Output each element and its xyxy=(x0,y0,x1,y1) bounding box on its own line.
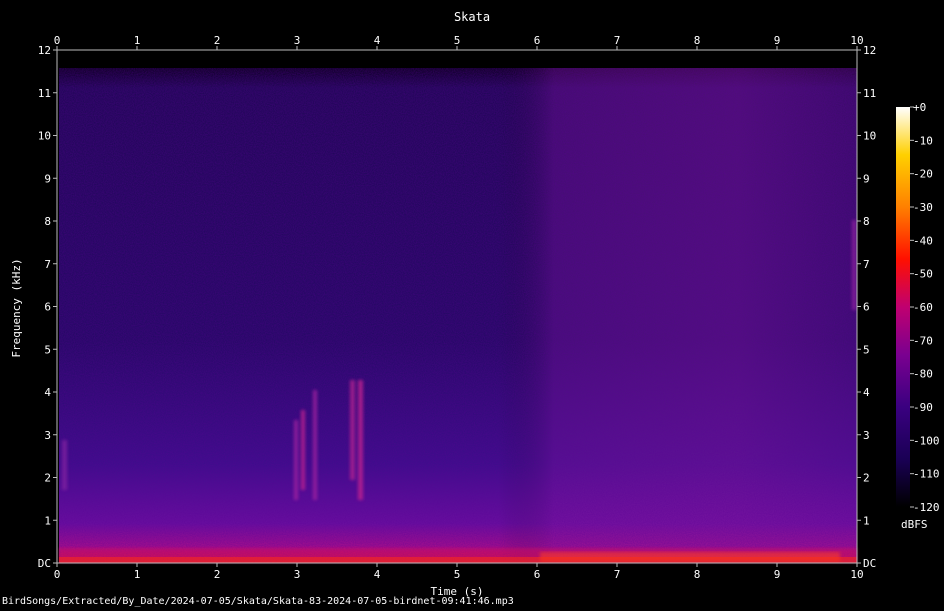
colorbar-tick-label: -30 xyxy=(913,201,933,214)
colorbar-gradient xyxy=(896,107,910,507)
colorbar-tick-label: -80 xyxy=(913,368,933,381)
x-tick-label-bottom: 0 xyxy=(54,568,61,581)
x-tick-label-bottom: 3 xyxy=(294,568,301,581)
y-tick-label-left: 9 xyxy=(44,172,51,185)
y-tick-label-right: 6 xyxy=(863,301,870,314)
x-tick-label-top: 7 xyxy=(614,34,621,47)
y-tick-label-left: 2 xyxy=(44,472,51,485)
y-tick-label-right: 2 xyxy=(863,472,870,485)
y-tick-label-right: 5 xyxy=(863,343,870,356)
x-tick-label-bottom: 8 xyxy=(694,568,701,581)
x-tick-label-top: 9 xyxy=(774,34,781,47)
y-tick-label-left: 10 xyxy=(38,130,51,143)
y-tick-label-right: 8 xyxy=(863,215,870,228)
colorbar-tick-label: -100 xyxy=(913,434,940,447)
y-tick-label-left: 5 xyxy=(44,343,51,356)
colorbar-tick-label: -10 xyxy=(913,134,933,147)
y-axis-label: Frequency (kHz) xyxy=(10,258,23,357)
x-tick-label-bottom: 10 xyxy=(850,568,863,581)
y-tick-label-left: DC xyxy=(38,557,51,570)
x-tick-label-bottom: 9 xyxy=(774,568,781,581)
x-tick-label-top: 2 xyxy=(214,34,221,47)
x-tick-label-bottom: 4 xyxy=(374,568,381,581)
colorbar-ticks: +0 -10 -20 -30 -40 -50 -60 -70 -80 -90 -100 -110 -12… xyxy=(910,101,940,514)
spectrogram-chart: 001122334455667788991010DC DC1 12 23 34 45 56 6… xyxy=(10,10,940,598)
x-tick-label-top: 1 xyxy=(134,34,141,47)
y-tick-label-right: 10 xyxy=(863,130,876,143)
y-tick-label-left: 11 xyxy=(38,87,51,100)
y-tick-label-right: 1 xyxy=(863,514,870,527)
y-tick-label-left: 7 xyxy=(44,258,51,271)
x-tick-label-top: 6 xyxy=(534,34,541,47)
colorbar-tick-label: -40 xyxy=(913,234,933,247)
colorbar-tick-label: -50 xyxy=(913,268,933,281)
colorbar-tick-label: -70 xyxy=(913,334,933,347)
x-tick-label-top: 4 xyxy=(374,34,381,47)
x-tick-label-top: 0 xyxy=(54,34,61,47)
y-tick-label-right: 11 xyxy=(863,87,876,100)
x-tick-label-bottom: 6 xyxy=(534,568,541,581)
x-tick-label-bottom: 7 xyxy=(614,568,621,581)
colorbar-label: dBFS xyxy=(901,518,928,531)
colorbar-tick-label: -90 xyxy=(913,401,933,414)
x-tick-label-top: 5 xyxy=(454,34,461,47)
y-tick-label-left: 12 xyxy=(38,44,51,57)
colorbar-tick-label: +0 xyxy=(913,101,926,114)
y-tick-label-left: 6 xyxy=(44,301,51,314)
colorbar-tick-label: -110 xyxy=(913,468,940,481)
colorbar-tick-label: -60 xyxy=(913,301,933,314)
y-tick-label-right: 3 xyxy=(863,429,870,442)
y-tick-label-left: 8 xyxy=(44,215,51,228)
colorbar-tick-label: -120 xyxy=(913,501,940,514)
y-tick-label-right: 12 xyxy=(863,44,876,57)
y-tick-label-right: 4 xyxy=(863,386,870,399)
file-path-footer: BirdSongs/Extracted/By_Date/2024-07-05/S… xyxy=(2,596,514,607)
x-tick-label-bottom: 5 xyxy=(454,568,461,581)
y-tick-label-left: 4 xyxy=(44,386,51,399)
y-tick-label-left: 1 xyxy=(44,514,51,527)
y-tick-label-left: 3 xyxy=(44,429,51,442)
x-tick-label-top: 3 xyxy=(294,34,301,47)
x-tick-label-bottom: 2 xyxy=(214,568,221,581)
y-tick-label-right: 9 xyxy=(863,172,870,185)
x-tick-label-top: 8 xyxy=(694,34,701,47)
chart-title: Skata xyxy=(454,10,490,24)
x-tick-label-top: 10 xyxy=(850,34,863,47)
colorbar: +0 -10 -20 -30 -40 -50 -60 -70 -80 -90 -100 -110 -12… xyxy=(896,101,940,531)
spectrogram-area xyxy=(56,49,858,564)
x-tick-label-bottom: 1 xyxy=(134,568,141,581)
y-tick-label-right: DC xyxy=(863,557,876,570)
colorbar-tick-label: -20 xyxy=(913,168,933,181)
y-tick-label-right: 7 xyxy=(863,258,870,271)
